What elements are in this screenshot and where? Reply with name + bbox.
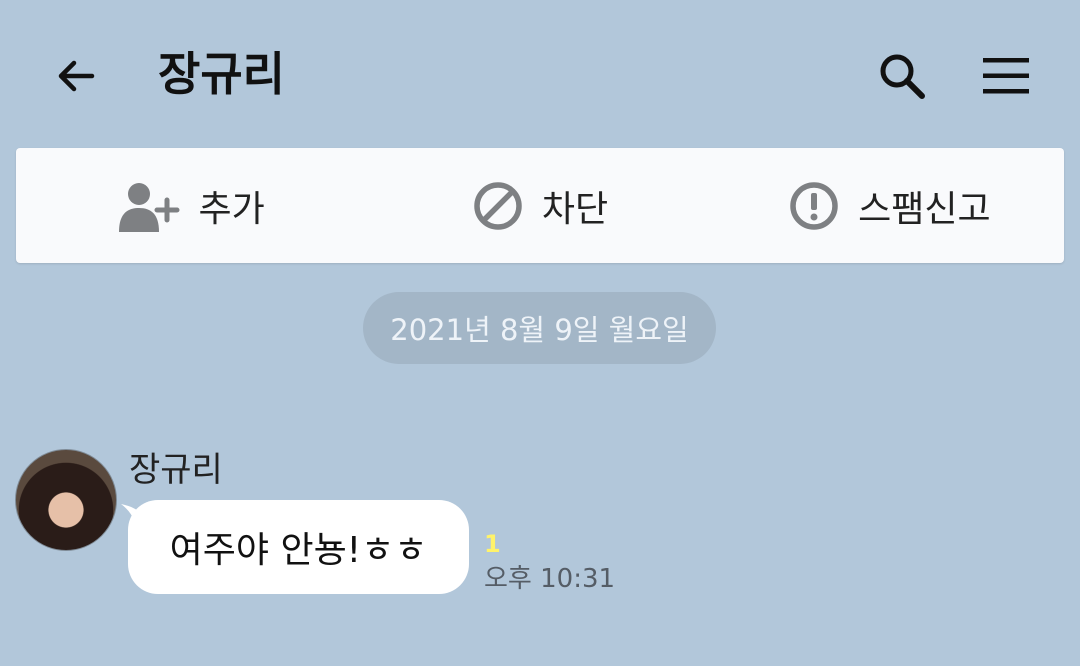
date-divider-text: 2021년 8월 9일 월요일 — [390, 313, 689, 347]
search-icon — [880, 54, 925, 99]
back-button[interactable] — [48, 48, 104, 104]
report-spam-button[interactable]: 스팸신고 — [715, 148, 1064, 263]
block-label: 차단 — [541, 188, 609, 230]
report-spam-label: 스팸신고 — [858, 188, 991, 230]
menu-button[interactable] — [976, 46, 1036, 106]
block-icon — [474, 181, 522, 230]
message-time: 오후 10:31 — [484, 564, 616, 594]
top-bar: 장규리 — [0, 0, 1080, 148]
page-title: 장규리 — [158, 47, 285, 101]
hamburger-menu-icon — [983, 58, 1029, 94]
search-button[interactable] — [872, 46, 932, 106]
add-friend-label: 추가 — [198, 188, 265, 230]
friend-action-bar: 추가 차단 스팸신고 — [16, 148, 1064, 263]
add-friend-button[interactable]: 추가 — [16, 148, 365, 263]
avatar[interactable] — [15, 449, 117, 551]
unread-count: 1 — [484, 530, 501, 558]
date-divider: 2021년 8월 9일 월요일 — [363, 292, 716, 364]
add-friend-icon — [118, 182, 180, 232]
message-text: 여주야 안뇽!ㅎㅎ — [169, 530, 428, 571]
arrow-left-icon — [58, 60, 95, 92]
block-button[interactable]: 차단 — [365, 148, 714, 263]
alert-circle-icon — [790, 181, 838, 230]
sender-name: 장규리 — [129, 450, 223, 490]
message-bubble[interactable]: 여주야 안뇽!ㅎㅎ — [128, 500, 469, 594]
